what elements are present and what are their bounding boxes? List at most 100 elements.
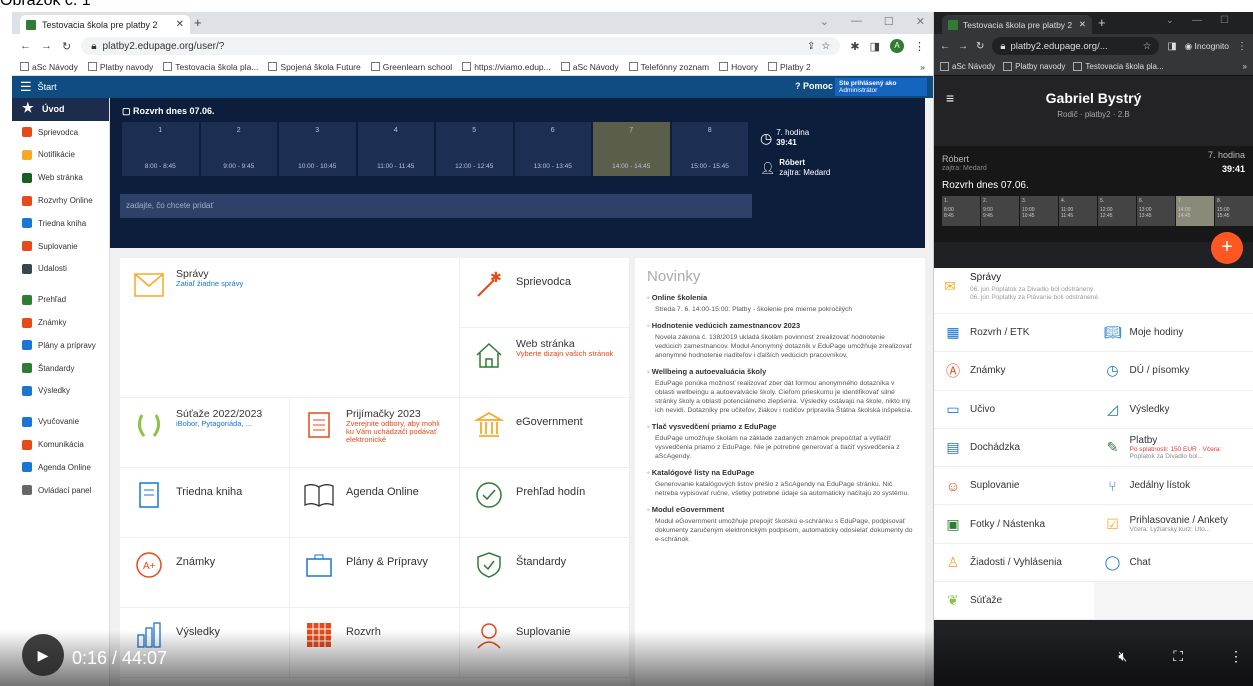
sidebar-item-16[interactable]: Ovládací panel: [12, 479, 109, 502]
news-item[interactable]: Modul eGovernment Modul eGovernment umožň…: [647, 505, 913, 544]
timetable-slot[interactable]: 4. 11:00 11:45: [1059, 196, 1097, 226]
sidepanel-icon[interactable]: ◨: [870, 40, 880, 53]
bookmark-item[interactable]: Telefónny zoznam: [628, 62, 709, 72]
more-bookmarks-icon[interactable]: »: [920, 62, 925, 72]
sidebar-item-10[interactable]: Plány a prípravy: [12, 334, 109, 357]
menu-dots-icon[interactable]: ⋮: [1237, 41, 1247, 52]
bookmark-item[interactable]: Greenlearn school: [370, 62, 452, 72]
sidepanel-icon[interactable]: ◨: [1167, 41, 1176, 52]
tile-sprievodca[interactable]: ✱ Sprievodca: [460, 258, 630, 328]
profile-avatar[interactable]: A: [890, 39, 904, 53]
reload-icon[interactable]: ↻: [976, 41, 984, 52]
tile-agenda[interactable]: Agenda Online: [290, 468, 460, 538]
module-cell[interactable]: ◯ Chat: [1094, 544, 1253, 581]
tile-znamky[interactable]: A+ Známky: [120, 538, 290, 608]
user-menu[interactable]: Ste prihlásený ako Administrátor: [835, 78, 927, 96]
reload-icon[interactable]: ↻: [62, 40, 71, 53]
add-item-input[interactable]: zadajte, čo chcete pridať: [120, 194, 752, 218]
tile-prijimacky[interactable]: Prijímačky 2023 Zverejnite odbory, aby mo…: [290, 398, 460, 468]
forward-icon[interactable]: →: [41, 40, 52, 52]
news-item[interactable]: Wellbeing a autoevaluácia školy EduPage p…: [647, 367, 913, 415]
star-icon[interactable]: ☆: [1143, 41, 1152, 52]
sidebar-item-8[interactable]: Prehľad: [12, 288, 109, 311]
back-icon[interactable]: ←: [20, 40, 31, 52]
module-cell[interactable]: ⑂ Jedálny lístok: [1094, 467, 1253, 504]
more-bookmarks-icon[interactable]: »: [1243, 62, 1247, 71]
bookmark-item[interactable]: https://viamo.edup...: [462, 62, 551, 72]
bookmark-item[interactable]: Spojená škola Future: [268, 62, 361, 72]
timetable-slot[interactable]: 2 9:00 - 9:45: [200, 122, 278, 176]
bookmark-item[interactable]: aSc Návody: [560, 62, 619, 72]
module-cell[interactable]: ☑ Prihlasovanie / Ankety Včera: Lyžiarsky …: [1094, 505, 1253, 542]
timetable-slot[interactable]: 5 12:00 - 12:45: [436, 122, 514, 176]
add-fab-button[interactable]: +: [1211, 232, 1243, 264]
module-cell[interactable]: 📖︎ Moje hodiny: [1094, 314, 1253, 351]
extensions-icon[interactable]: ✱: [850, 40, 859, 53]
timetable-slot[interactable]: 3 10:00 - 10:45: [279, 122, 357, 176]
timetable-slot[interactable]: 7 14:00 - 14:45: [593, 122, 671, 176]
bookmark-item[interactable]: Platby 2: [768, 62, 811, 72]
tile-spravy[interactable]: Správy Zatiaľ žiadne správy: [120, 258, 460, 398]
module-cell[interactable]: ▤ Dochádzka: [934, 429, 1094, 466]
play-button[interactable]: ▶: [22, 634, 64, 676]
module-cell[interactable]: ◿ Výsledky: [1094, 391, 1253, 428]
bookmark-item[interactable]: aSc Návody: [20, 62, 78, 72]
timetable-slot[interactable]: 7. 14:00 14:45: [1176, 196, 1214, 226]
browser-tab[interactable]: Testovacia škola pre platby 2 ✕: [20, 15, 190, 34]
bookmark-item[interactable]: Hovory: [719, 62, 758, 72]
incognito-badge[interactable]: ◉ Incognito: [1185, 41, 1229, 52]
module-cell[interactable]: ▦ Rozvrh / ETK: [934, 314, 1094, 351]
messages-row[interactable]: ✉ Správy 06. jún Poplatok za Divadlo bol…: [934, 268, 1253, 314]
module-cell[interactable]: ❦ Súťaže: [934, 582, 1094, 619]
forward-icon[interactable]: →: [958, 41, 968, 52]
module-cell[interactable]: ▣ Fotky / Nástenka: [934, 505, 1094, 542]
address-bar[interactable]: 🔒︎ platby2.edupage.org/user/? ⇪ ☆: [81, 37, 841, 55]
tile-standardy[interactable]: Štandardy: [460, 538, 630, 608]
timetable-slot[interactable]: 5. 12:00 12:45: [1098, 196, 1136, 226]
timetable-slot[interactable]: 2. 9:00 9:45: [981, 196, 1019, 226]
star-icon[interactable]: ☆: [821, 41, 830, 52]
sidebar-item-12[interactable]: Výsledky: [12, 380, 109, 403]
window-controls[interactable]: ⌄—☐: [1166, 15, 1247, 26]
mute-icon[interactable]: 🔇︎: [1118, 648, 1127, 665]
new-tab-icon[interactable]: +: [1098, 15, 1106, 30]
module-cell[interactable]: ✎ Platby Po splatnosti: 150 EUR · Včera: Po…: [1094, 429, 1253, 466]
more-options-icon[interactable]: ⋮: [1229, 648, 1243, 665]
close-tab-icon[interactable]: ✕: [176, 19, 184, 30]
module-cell[interactable]: Ⓐ Známky: [934, 352, 1094, 389]
sidebar-item-14[interactable]: Komunikácia: [12, 433, 109, 456]
news-item[interactable]: Katalógové listy na EduPage Generovanie k…: [647, 468, 913, 498]
bookmark-item[interactable]: Platby navody: [87, 62, 153, 72]
new-tab-icon[interactable]: +: [194, 15, 202, 30]
hamburger-icon[interactable]: ☰: [20, 79, 32, 95]
minimize-icon[interactable]: —: [851, 15, 862, 28]
timetable-slot[interactable]: 4 11:00 - 11:45: [357, 122, 435, 176]
chevron-down-icon[interactable]: ⌄: [820, 15, 829, 28]
news-item[interactable]: Hodnotenie vedúcich zamestnancov 2023 Nov…: [647, 321, 913, 360]
module-cell[interactable]: ◷ DÚ / písomky: [1094, 352, 1253, 389]
sidebar-item-4[interactable]: Rozvrhy Online: [12, 189, 109, 212]
tile-plany[interactable]: Plány & Prípravy: [290, 538, 460, 608]
start-label[interactable]: Štart: [38, 82, 57, 92]
sidebar-item-3[interactable]: Web stránka: [12, 166, 109, 189]
bookmark-item[interactable]: Testovacia škola pla...: [1073, 62, 1164, 71]
share-icon[interactable]: ⇪: [807, 41, 815, 52]
sidebar-item-0[interactable]: ★ Úvod: [12, 98, 109, 121]
sidebar-item-6[interactable]: Suplovanie: [12, 235, 109, 258]
timetable-slot[interactable]: 8 15:00 - 15:45: [671, 122, 749, 176]
module-cell[interactable]: ♙ Žiadosti / Vyhlásenia: [934, 544, 1094, 581]
news-item[interactable]: Tlač vysvedčení priamo z EduPage EduPage …: [647, 422, 913, 461]
menu-dots-icon[interactable]: ⋮: [914, 40, 925, 53]
fullscreen-icon[interactable]: ⛶: [1173, 648, 1183, 665]
sidebar-item-15[interactable]: Agenda Online: [12, 456, 109, 479]
browser-tab[interactable]: Testovacia škola pre platby 2 ✕: [942, 15, 1092, 34]
tile-trieda[interactable]: Triedna kniha: [120, 468, 290, 538]
tile-sutaze[interactable]: Súťaže 2022/2023 iBobor, Pytagoriáda, ...: [120, 398, 290, 468]
sidebar-item-7[interactable]: Udalosti: [12, 258, 109, 281]
tile-prehlad[interactable]: Prehľad hodín: [460, 468, 630, 538]
timetable-slot[interactable]: 3. 10:00 10:45: [1020, 196, 1058, 226]
address-bar[interactable]: 🔒︎ platby2.edupage.org/... ☆: [992, 37, 1160, 55]
close-tab-icon[interactable]: ✕: [1079, 19, 1086, 30]
bookmark-item[interactable]: Testovacia škola pla...: [163, 62, 258, 72]
timetable-slot[interactable]: 6 13:00 - 13:45: [514, 122, 592, 176]
